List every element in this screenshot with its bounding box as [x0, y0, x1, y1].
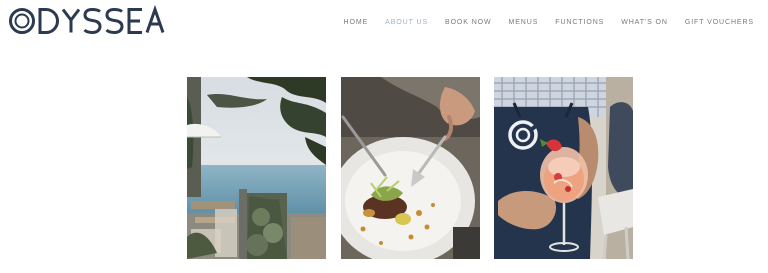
- odyssea-logo[interactable]: [8, 3, 166, 39]
- photo-gallery: [0, 77, 768, 260]
- nav-about-us[interactable]: ABOUT US: [385, 19, 428, 26]
- nav-gift-vouchers[interactable]: GIFT VOUCHERS: [685, 19, 754, 26]
- nav-whats-on[interactable]: WHAT'S ON: [621, 19, 668, 26]
- site-header: HOME ABOUT US BOOK NOW MENUS FUNCTIONS W…: [0, 0, 768, 45]
- nav-home[interactable]: HOME: [344, 19, 369, 26]
- main-nav: HOME ABOUT US BOOK NOW MENUS FUNCTIONS W…: [327, 14, 754, 30]
- plated-dish-photo: [341, 77, 480, 259]
- nav-functions[interactable]: FUNCTIONS: [555, 19, 604, 26]
- nav-menus[interactable]: MENUS: [509, 19, 539, 26]
- nav-book-now[interactable]: BOOK NOW: [445, 19, 491, 26]
- odyssea-logo-mark: [9, 4, 165, 35]
- beach-terrace-photo: [187, 77, 326, 259]
- cocktail-waiter-photo: [494, 77, 633, 259]
